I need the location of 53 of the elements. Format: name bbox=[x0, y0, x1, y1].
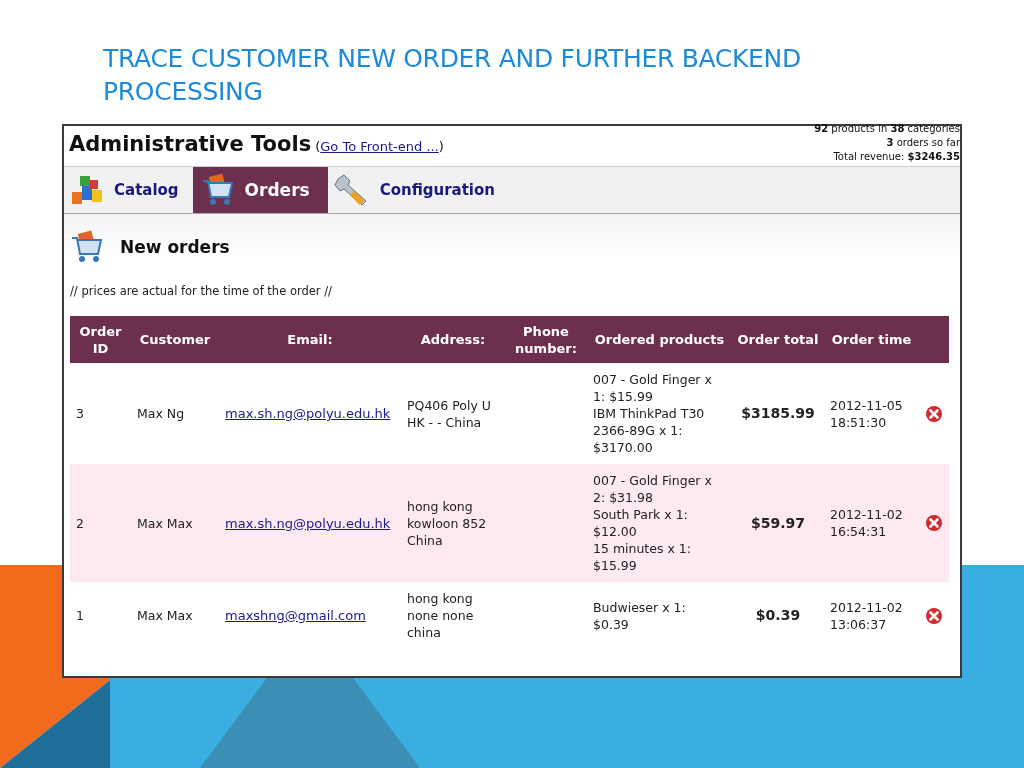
shopping-cart-icon bbox=[70, 230, 104, 264]
ordered-product: IBM ThinkPad T30 2366-89G x 1: $3170.00 bbox=[593, 405, 706, 456]
column-header: Customer bbox=[131, 316, 219, 363]
column-header: Ordered products bbox=[587, 316, 732, 363]
order-time-cell: 2012-11-02 16:54:31 bbox=[824, 464, 919, 582]
order-total-cell: $59.97 bbox=[732, 464, 824, 582]
app-title: Administrative Tools bbox=[69, 132, 312, 156]
column-header: Phone number: bbox=[505, 316, 587, 363]
column-header: Address: bbox=[401, 316, 505, 363]
customer-cell: Max Max bbox=[131, 582, 219, 649]
address-cell: hong kong none none china bbox=[401, 582, 505, 649]
ordered-product: 007 - Gold Finger x 2: $31.98 bbox=[593, 472, 713, 506]
column-header: Order ID bbox=[70, 316, 131, 363]
nav-tab[interactable]: Configuration bbox=[327, 167, 509, 213]
colored-blocks-icon bbox=[70, 174, 104, 206]
order-total-cell: $0.39 bbox=[732, 582, 824, 649]
order-time-cell: 2012-11-05 18:51:30 bbox=[824, 363, 919, 464]
front-end-link-text: (Go To Front-end ...) bbox=[315, 139, 444, 154]
delete-icon bbox=[925, 514, 943, 532]
customer-cell: Max Max bbox=[131, 464, 219, 582]
address-cell: PQ406 Poly U HK - - China bbox=[401, 363, 505, 464]
order-id-cell: 3 bbox=[70, 363, 131, 464]
address-cell: hong kong kowloon 852 China bbox=[401, 464, 505, 582]
ordered-product: 007 - Gold Finger x 1: $15.99 bbox=[593, 371, 713, 405]
order-time-cell: 2012-11-02 13:06:37 bbox=[824, 582, 919, 649]
column-header: Email: bbox=[219, 316, 401, 363]
order-total-cell: $3185.99 bbox=[732, 363, 824, 464]
store-stat: 3 orders so far bbox=[886, 136, 960, 150]
ordered-product: South Park x 1: $12.00 bbox=[593, 506, 689, 540]
price-note: // prices are actual for the time of the order // bbox=[70, 284, 333, 298]
email-link[interactable]: max.sh.ng@polyu.edu.hk bbox=[225, 515, 391, 531]
shopping-cart-icon bbox=[200, 173, 235, 207]
order-id-cell: 1 bbox=[70, 582, 131, 649]
section-title: New orders bbox=[120, 237, 230, 257]
delete-icon bbox=[925, 404, 943, 423]
column-header: Order time bbox=[824, 316, 919, 363]
front-end-link[interactable]: Go To Front-end ... bbox=[320, 139, 439, 154]
delete-button[interactable] bbox=[925, 514, 943, 532]
column-header: Order total bbox=[732, 316, 824, 363]
store-stat: 92 products in 38 categories bbox=[814, 122, 960, 136]
email-link[interactable]: max.sh.ng@polyu.edu.hk bbox=[225, 406, 391, 421]
email-link[interactable]: maxshng@gmail.com bbox=[225, 608, 366, 623]
customer-cell: Max Ng bbox=[131, 363, 219, 464]
order-id-cell: 2 bbox=[70, 464, 131, 582]
store-stat: Total revenue: $3246.35 bbox=[833, 150, 960, 164]
ordered-product: 15 minutes x 1: $15.99 bbox=[593, 540, 692, 574]
delete-icon bbox=[925, 606, 943, 625]
nav-tab[interactable]: Catalog bbox=[64, 167, 193, 213]
delete-button[interactable] bbox=[925, 404, 943, 423]
delete-button[interactable] bbox=[925, 606, 943, 625]
ordered-product: Budwieser x 1: $0.39 bbox=[593, 598, 687, 633]
slide-title: TRACE CUSTOMER NEW ORDER AND FURTHER BACKEND PROCESSING bbox=[103, 43, 802, 108]
nav-tab[interactable]: Orders bbox=[192, 167, 328, 213]
